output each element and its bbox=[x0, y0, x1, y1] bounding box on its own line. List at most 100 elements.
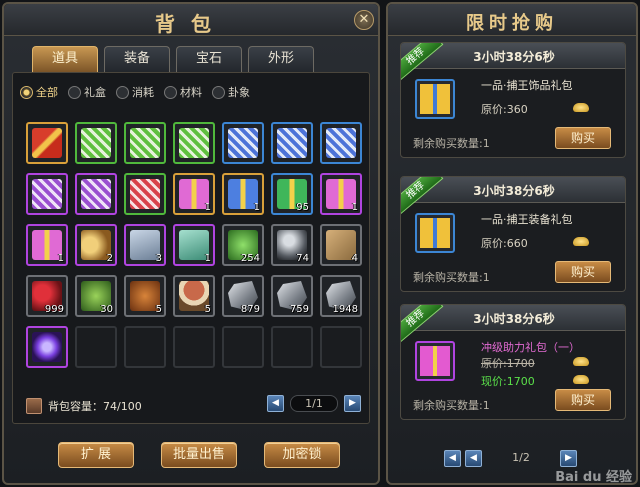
gold-ingot-icon bbox=[573, 357, 589, 366]
filter-consumable[interactable]: 消耗 bbox=[116, 84, 154, 100]
inventory-slot[interactable]: 879 bbox=[222, 275, 264, 317]
buy-button[interactable]: 购买 bbox=[555, 389, 611, 411]
offer-item-slot[interactable] bbox=[415, 341, 455, 381]
pink-gift-box-icon bbox=[420, 346, 450, 376]
watermark: Bai du 经验 bbox=[555, 470, 632, 485]
inventory-slot[interactable] bbox=[320, 122, 362, 164]
inventory-slot[interactable]: 1948 bbox=[320, 275, 362, 317]
inventory-slot[interactable]: 2 bbox=[75, 224, 117, 266]
filter-label: 消耗 bbox=[132, 86, 154, 99]
inventory-slot[interactable]: 1 bbox=[222, 173, 264, 215]
filter-material[interactable]: 材料 bbox=[164, 84, 202, 100]
remaining-count: 剩余购买数量:1 bbox=[413, 137, 490, 150]
empty-inventory-slot[interactable] bbox=[320, 326, 362, 368]
page-indicator: 1/2 bbox=[512, 451, 530, 464]
inventory-slot[interactable]: 254 bbox=[222, 224, 264, 266]
inventory-slot[interactable] bbox=[271, 122, 313, 164]
empty-inventory-slot[interactable] bbox=[124, 326, 166, 368]
gold-ingot-icon bbox=[573, 237, 589, 246]
bag-capacity: 背包容量：74/100 bbox=[26, 398, 142, 414]
radio-icon bbox=[164, 85, 177, 99]
inventory-slot[interactable]: 4 bbox=[320, 224, 362, 266]
inventory-slot[interactable]: 30 bbox=[75, 275, 117, 317]
inventory-slot[interactable]: 999 bbox=[26, 275, 68, 317]
empty-inventory-slot[interactable] bbox=[222, 326, 264, 368]
filter-label: 礼盒 bbox=[84, 86, 106, 99]
inventory-slot[interactable]: 5 bbox=[124, 275, 166, 317]
inventory-slot[interactable] bbox=[75, 122, 117, 164]
inventory-slot[interactable] bbox=[124, 173, 166, 215]
offer-card: 3小时38分6秒 推荐 冲级助力礼包（一） 原价:1700 现价:1700 剩余… bbox=[400, 304, 626, 420]
inventory-slot[interactable] bbox=[222, 122, 264, 164]
item-count: 999 bbox=[44, 304, 64, 315]
backpack-icon bbox=[26, 398, 42, 414]
close-button[interactable]: ✕ bbox=[354, 10, 374, 30]
remaining-count: 剩余购买数量:1 bbox=[413, 271, 490, 284]
inventory-slot[interactable]: 1 bbox=[26, 224, 68, 266]
filter-gift[interactable]: 礼盒 bbox=[68, 84, 106, 100]
filter-all[interactable]: 全部 bbox=[20, 84, 58, 100]
inventory-slot[interactable]: 759 bbox=[271, 275, 313, 317]
inventory-slot[interactable]: 95 bbox=[271, 173, 313, 215]
gold-ingot-icon bbox=[573, 103, 589, 112]
game-ui-root: 背包 ✕ 道具 装备 宝石 外形 全部 礼盒 消耗 材料 卦象 1 1 95 1… bbox=[0, 0, 640, 487]
empty-inventory-slot[interactable] bbox=[271, 326, 313, 368]
offer-card: 3小时38分6秒 推荐 一品·捕王饰品礼包 原价:360 剩余购买数量:1 购买 bbox=[400, 42, 626, 158]
offer-item-slot[interactable] bbox=[415, 213, 455, 253]
item-count: 5 bbox=[204, 304, 211, 315]
prev-page-button[interactable]: ◀ bbox=[267, 395, 284, 412]
tab-props[interactable]: 道具 bbox=[32, 46, 98, 72]
inventory-slot[interactable] bbox=[26, 173, 68, 215]
purple-heart-gift-icon bbox=[32, 179, 62, 209]
tab-equipment[interactable]: 装备 bbox=[104, 46, 170, 72]
next-page-button[interactable]: ▶ bbox=[560, 450, 577, 467]
filter-hexagram[interactable]: 卦象 bbox=[212, 84, 250, 100]
purple-heart-gift-icon bbox=[81, 179, 111, 209]
empty-inventory-slot[interactable] bbox=[173, 326, 215, 368]
inventory-slot[interactable]: 5 bbox=[173, 275, 215, 317]
item-count: 1 bbox=[204, 202, 211, 213]
green-heart-gift-icon bbox=[130, 128, 160, 158]
bag-pager: ◀ 1/1 ▶ bbox=[267, 395, 361, 412]
expand-button[interactable]: 扩 展 bbox=[58, 442, 134, 468]
capacity-label: 背包容量：74/100 bbox=[48, 400, 142, 413]
buy-button[interactable]: 购买 bbox=[555, 261, 611, 283]
tab-appearance[interactable]: 外形 bbox=[248, 46, 314, 72]
inventory-slot[interactable]: 1 bbox=[173, 224, 215, 266]
inventory-grid: 1 1 95 1 1 2 3 1 254 74 4 999 30 5 5 879 759 1948 bbox=[26, 122, 362, 368]
prev-page-button[interactable]: ◀ bbox=[465, 450, 482, 467]
blue-heart-gift-icon bbox=[277, 128, 307, 158]
bulk-sell-button[interactable]: 批量出售 bbox=[161, 442, 237, 468]
limited-offer-panel: 限时抢购 3小时38分6秒 推荐 一品·捕王饰品礼包 原价:360 剩余购买数量… bbox=[386, 2, 638, 485]
filter-label: 卦象 bbox=[228, 86, 250, 99]
lock-button[interactable]: 加密锁 bbox=[264, 442, 340, 468]
item-count: 1 bbox=[204, 253, 211, 264]
tab-gems[interactable]: 宝石 bbox=[176, 46, 242, 72]
green-heart-gift-icon bbox=[179, 128, 209, 158]
red-gift-box-icon bbox=[32, 128, 62, 158]
inventory-slot[interactable] bbox=[26, 122, 68, 164]
blue-gift-box-icon bbox=[420, 218, 450, 248]
blue-heart-gift-icon bbox=[326, 128, 356, 158]
item-count: 1 bbox=[351, 202, 358, 213]
inventory-slot[interactable]: 1 bbox=[320, 173, 362, 215]
inventory-slot[interactable]: 3 bbox=[124, 224, 166, 266]
item-count: 5 bbox=[155, 304, 162, 315]
item-count: 1 bbox=[253, 202, 260, 213]
inventory-slot[interactable] bbox=[75, 173, 117, 215]
item-count: 759 bbox=[289, 304, 309, 315]
empty-inventory-slot[interactable] bbox=[75, 326, 117, 368]
inventory-slot[interactable]: 1 bbox=[173, 173, 215, 215]
offer-name: 一品·捕王饰品礼包 bbox=[481, 79, 573, 92]
next-page-button[interactable]: ▶ bbox=[344, 395, 361, 412]
inventory-slot[interactable] bbox=[173, 122, 215, 164]
inventory-slot[interactable]: 74 bbox=[271, 224, 313, 266]
offer-item-slot[interactable] bbox=[415, 79, 455, 119]
original-price: 原价:360 bbox=[481, 103, 528, 116]
radio-icon bbox=[68, 85, 81, 99]
first-page-button[interactable]: ◀ bbox=[444, 450, 461, 467]
buy-button[interactable]: 购买 bbox=[555, 127, 611, 149]
remaining-count: 剩余购买数量:1 bbox=[413, 399, 490, 412]
inventory-slot[interactable] bbox=[124, 122, 166, 164]
inventory-slot[interactable] bbox=[26, 326, 68, 368]
